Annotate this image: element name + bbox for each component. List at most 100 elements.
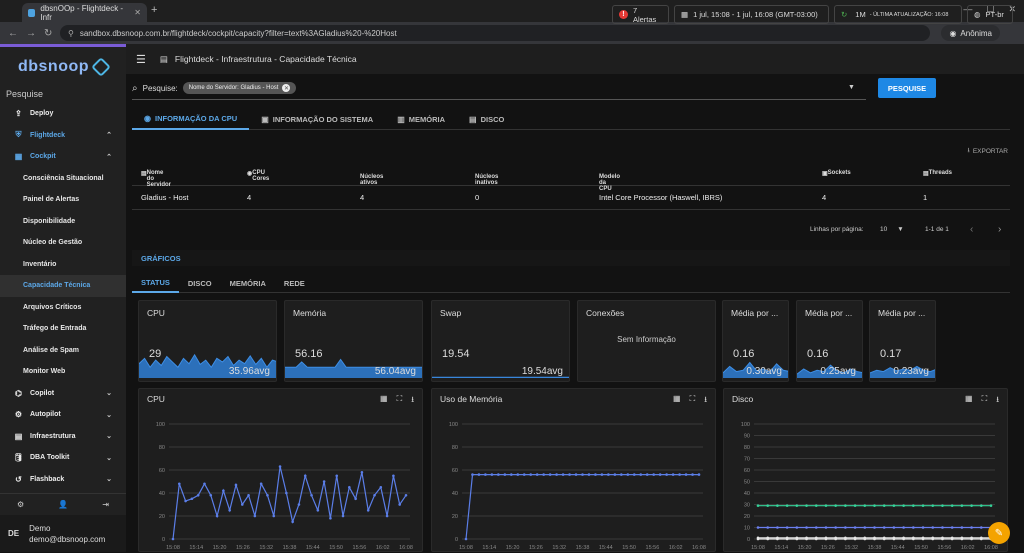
language-selector[interactable]: ◍ PT-br xyxy=(967,5,1013,24)
sidebar-item-cockpit[interactable]: ▦ Cockpit ⌃ xyxy=(0,146,126,168)
sidebar-item-autopilot[interactable]: ⚙ Autopilot ⌄ xyxy=(0,404,126,426)
sidebar-item-flightdeck[interactable]: ⛨ Flightdeck ⌃ xyxy=(0,125,126,147)
search-button[interactable]: PESQUISE xyxy=(878,78,936,98)
remove-filter-icon[interactable]: ✕ xyxy=(282,84,291,92)
card-memory[interactable]: Memória 56.16 56.04avg xyxy=(284,300,423,382)
refresh-control[interactable]: ↻ 1M - ÚLTIMA ATUALIZAÇÃO: 16:08 xyxy=(834,5,962,24)
download-icon[interactable]: ⭳ xyxy=(704,394,707,408)
data-point xyxy=(691,473,694,476)
card-cpu[interactable]: CPU 29 35.96avg xyxy=(138,300,277,382)
download-icon[interactable]: ⭳ xyxy=(411,394,414,408)
notes-fab-button[interactable]: ✎ xyxy=(988,522,1010,544)
col-server-name[interactable]: ▤ Nome do Servidor xyxy=(141,170,171,188)
tab-status[interactable]: STATUS xyxy=(132,273,179,293)
col-cpu-cores[interactable]: ◉ CPU Cores xyxy=(247,170,269,182)
x-tick-label: 15:50 xyxy=(914,545,928,551)
fullscreen-icon[interactable]: ⛶ xyxy=(690,394,696,408)
x-tick-label: 15:32 xyxy=(844,545,858,551)
sidebar-item-dba-toolkit[interactable]: 🛢 DBA Toolkit ⌄ xyxy=(0,447,126,469)
sidebar-item-tr-fego-de-entrada[interactable]: Tráfego de Entrada xyxy=(0,318,126,340)
url-field[interactable]: ⚲ sandbox.dbsnoop.com.br/flightdeck/cock… xyxy=(60,25,930,41)
fullscreen-icon[interactable]: ⛶ xyxy=(397,394,403,408)
menu-icon[interactable]: ☰ xyxy=(136,53,146,66)
chevron-icon[interactable]: ⌄ xyxy=(106,389,112,397)
card-load-avg-1[interactable]: Média por ... 0.16 0.30avg xyxy=(722,300,789,382)
user-panel[interactable]: DE Demo demo@dbsnoop.com xyxy=(0,515,126,552)
back-icon[interactable]: ← xyxy=(8,28,18,39)
table-view-icon[interactable]: ▦ xyxy=(965,394,973,408)
chevron-icon[interactable]: ⌄ xyxy=(106,454,112,462)
tab-disk[interactable]: ▤ DISCO xyxy=(457,108,516,130)
chevron-icon[interactable]: ⌄ xyxy=(106,432,112,440)
sidebar-item-copilot[interactable]: ⌬ Copilot ⌄ xyxy=(0,383,126,405)
chevron-icon[interactable]: ⌄ xyxy=(106,475,112,483)
site-info-icon[interactable]: ⚲ xyxy=(68,29,74,38)
download-icon[interactable]: ⭳ xyxy=(996,394,999,408)
sidebar-item-infraestrutura[interactable]: ▤ Infraestrutura ⌄ xyxy=(0,426,126,448)
table-view-icon[interactable]: ▦ xyxy=(380,394,388,408)
search-dropdown-icon[interactable]: ▼ xyxy=(848,84,855,91)
chevron-icon[interactable]: ⌃ xyxy=(106,131,112,139)
logout-icon[interactable]: ⇥ xyxy=(102,500,109,509)
sidebar-item-disponibilidade[interactable]: Disponibilidade xyxy=(0,211,126,233)
panel-cpu-chart: CPU ▦ ⛶ ⭳ 0 20 40 60 80 100 15:08 15:14 15:20 15:… xyxy=(138,388,423,552)
sidebar-item-deploy[interactable]: ⇪ Deploy xyxy=(0,103,126,125)
y-tick-label: 90 xyxy=(744,434,750,440)
chevron-icon[interactable]: ⌃ xyxy=(106,153,112,161)
new-tab-icon[interactable]: + xyxy=(151,4,157,16)
fullscreen-icon[interactable]: ⛶ xyxy=(982,394,988,408)
export-button[interactable]: ⭳ EXPORTAR xyxy=(968,146,1008,157)
date-range-picker[interactable]: ▦ 1 jul, 15:08 - 1 jul, 16:08 (GMT-03:00… xyxy=(674,5,829,24)
sidebar-item-painel-de-alertas[interactable]: Painel de Alertas xyxy=(0,189,126,211)
x-tick-label: 15:32 xyxy=(552,545,566,551)
disk-line-chart[interactable]: 0 10 20 30 40 50 60 70 80 90 100 15:08 15:14 15:20 15:… xyxy=(724,409,1009,553)
sidebar-item-arquivos-cr-ticos[interactable]: Arquivos Críticos xyxy=(0,297,126,319)
settings-icon[interactable]: ⚙ xyxy=(17,500,24,509)
chevron-icon[interactable]: ⌄ xyxy=(106,411,112,419)
forward-icon[interactable]: → xyxy=(26,28,36,39)
col-sockets[interactable]: ▣ Sockets xyxy=(822,170,851,177)
tab-system-info[interactable]: ▣ INFORMAÇÃO DO SISTEMA xyxy=(249,108,385,130)
alerts-button[interactable]: ! 7 Alertas xyxy=(612,5,669,24)
cpu-line-chart[interactable]: 0 20 40 60 80 100 15:08 15:14 15:20 15:26 15:32 15:… xyxy=(139,409,424,553)
language-label: PT-br xyxy=(985,10,1004,19)
tab-cpu-info[interactable]: ◉ INFORMAÇÃO DA CPU xyxy=(132,108,250,130)
sidebar-item-monitor-web[interactable]: Monitor Web xyxy=(0,361,126,383)
filter-chip[interactable]: Nome do Servidor: Gladius - Host ✕ xyxy=(182,82,297,94)
table-row[interactable]: Gladius - Host 4 4 0 Intel Core Processo… xyxy=(132,186,1010,210)
browser-tab[interactable]: dbsnOOp - Flightdeck - Infr ✕ xyxy=(22,3,147,22)
tab-network-charts[interactable]: REDE xyxy=(275,273,314,293)
tab-disk-charts[interactable]: DISCO xyxy=(179,273,221,293)
table-view-icon[interactable]: ▦ xyxy=(673,394,681,408)
card-load-avg-2[interactable]: Média por ... 0.16 0.25avg xyxy=(796,300,863,382)
tab-memory-charts[interactable]: MEMÓRIA xyxy=(221,273,275,293)
sidebar-item-flashback[interactable]: ↺ Flashback ⌄ xyxy=(0,469,126,491)
sidebar-item-capacidade-t-cnica[interactable]: Capacidade Técnica xyxy=(0,275,126,297)
data-point xyxy=(392,474,395,478)
sidebar-item-an-lise-de-spam[interactable]: Análise de Spam xyxy=(0,340,126,362)
card-load-avg-3[interactable]: Média por ... 0.17 0.23avg xyxy=(869,300,936,382)
logo[interactable]: dbsnoop xyxy=(0,47,126,87)
sidebar-search[interactable]: Pesquise xyxy=(0,87,126,103)
card-swap[interactable]: Swap 19.54 19.54avg xyxy=(431,300,570,382)
close-tab-icon[interactable]: ✕ xyxy=(134,8,141,17)
card-connections[interactable]: Conexões Sem Informação xyxy=(577,300,716,382)
sidebar-item-invent-rio[interactable]: Inventário xyxy=(0,254,126,276)
rows-per-page-select[interactable]: 10 ▼ xyxy=(880,226,904,233)
data-point xyxy=(464,537,468,541)
memory-line-chart[interactable]: 0 20 40 60 80 100 15:08 15:14 15:20 15:26 15:32 15:… xyxy=(432,409,717,553)
data-point xyxy=(581,473,584,476)
sidebar-item-consci-ncia-situacional[interactable]: Consciência Situacional xyxy=(0,168,126,190)
profile-button[interactable]: ◉ Anônima xyxy=(941,25,1000,41)
data-point xyxy=(658,473,662,476)
data-point xyxy=(316,508,320,512)
next-page-icon[interactable]: › xyxy=(998,224,1001,235)
reload-icon[interactable]: ↻ xyxy=(44,28,54,39)
col-threads[interactable]: ▤ Threads xyxy=(923,170,952,177)
user-icon[interactable]: 👤 xyxy=(58,500,68,509)
sidebar-item-n-cleo-de-gest-o[interactable]: Núcleo de Gestão xyxy=(0,232,126,254)
prev-page-icon[interactable]: ‹ xyxy=(970,224,973,235)
data-point xyxy=(814,526,818,529)
data-point xyxy=(912,537,915,541)
tab-memory[interactable]: ▥ MEMÓRIA xyxy=(385,108,457,130)
